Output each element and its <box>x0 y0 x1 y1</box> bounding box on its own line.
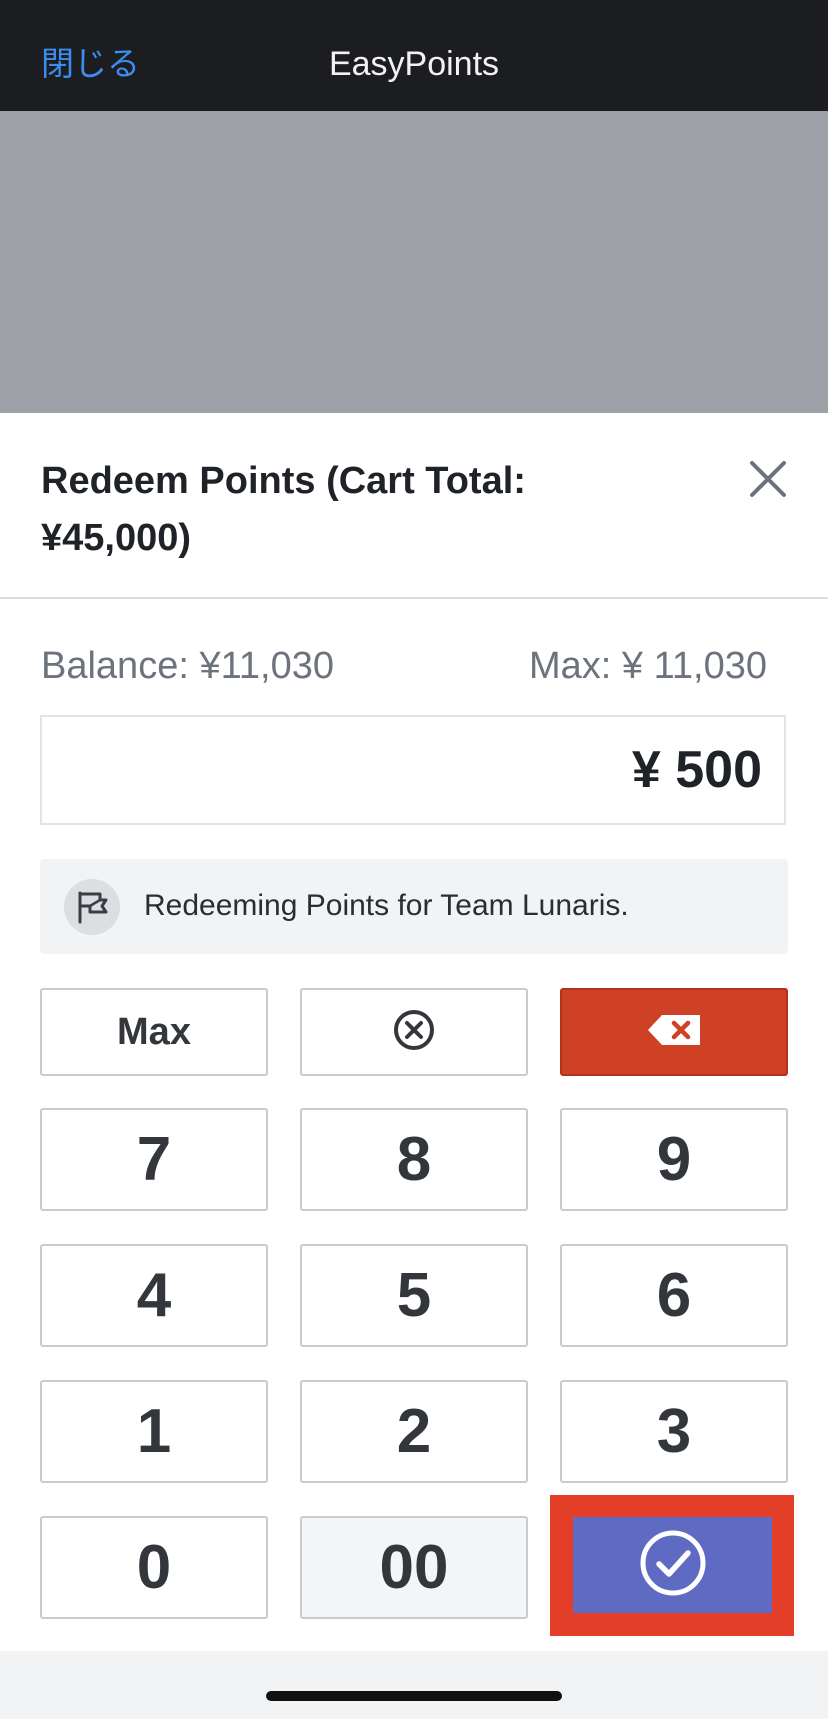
key-label: 3 <box>656 1397 692 1466</box>
key-3[interactable]: 3 <box>560 1380 788 1483</box>
bottom-safe-area <box>0 1651 828 1719</box>
amount-field[interactable]: ¥ 500 <box>40 715 786 825</box>
clear-icon <box>393 1009 435 1056</box>
key-label: 2 <box>396 1397 432 1466</box>
clear-button[interactable] <box>300 988 528 1076</box>
key-5[interactable]: 5 <box>300 1244 528 1347</box>
balance-label: Balance: ¥11,030 <box>41 645 334 687</box>
sheet-title: Redeem Points (Cart Total: ¥45,000) <box>41 460 526 559</box>
key-label: 8 <box>396 1125 432 1194</box>
divider <box>0 597 828 599</box>
key-7[interactable]: 7 <box>40 1108 268 1211</box>
key-label: 6 <box>656 1261 692 1330</box>
backspace-icon <box>646 1013 702 1052</box>
key-2[interactable]: 2 <box>300 1380 528 1483</box>
key-label: 5 <box>396 1261 432 1330</box>
key-0[interactable]: 0 <box>40 1516 268 1619</box>
checkmark-icon <box>639 1529 707 1602</box>
key-1[interactable]: 1 <box>40 1380 268 1483</box>
modal-backdrop[interactable] <box>0 111 828 413</box>
key-label: 00 <box>379 1533 449 1602</box>
backspace-button[interactable] <box>560 988 788 1076</box>
key-label: 4 <box>136 1261 172 1330</box>
max-button[interactable]: Max <box>40 988 268 1076</box>
key-6[interactable]: 6 <box>560 1244 788 1347</box>
key-4[interactable]: 4 <box>40 1244 268 1347</box>
close-icon[interactable] <box>748 459 788 499</box>
max-button-label: Max <box>117 1010 191 1053</box>
key-9[interactable]: 9 <box>560 1108 788 1211</box>
key-label: 0 <box>136 1533 172 1602</box>
key-8[interactable]: 8 <box>300 1108 528 1211</box>
home-indicator[interactable] <box>266 1691 562 1701</box>
notice-text: Redeeming Points for Team Lunaris. <box>144 889 629 922</box>
flag-icon <box>64 879 120 935</box>
top-navigation-bar: 閉じる EasyPoints <box>0 0 828 111</box>
key-00[interactable]: 00 <box>300 1516 528 1619</box>
key-label: 7 <box>136 1125 172 1194</box>
key-label: 1 <box>136 1397 172 1466</box>
amount-value: ¥ 500 <box>631 741 762 799</box>
max-label: Max: ¥ 11,030 <box>528 645 767 687</box>
app-title: EasyPoints <box>328 45 500 83</box>
key-label: 9 <box>656 1125 692 1194</box>
redeem-notice: Redeeming Points for Team Lunaris. <box>40 859 788 954</box>
confirm-button[interactable] <box>573 1517 772 1613</box>
